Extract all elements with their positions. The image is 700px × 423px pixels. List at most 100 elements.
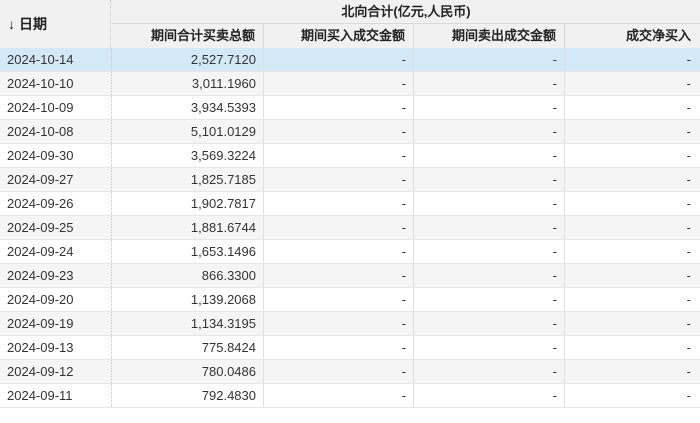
sell-amount-cell: - xyxy=(414,168,565,191)
table-body: 2024-10-14 2,527.7120- - -2024-10-10 3,011.1… xyxy=(0,48,700,408)
total-amount-cell: 1,825.7185 xyxy=(112,168,264,191)
date-cell: 2024-10-08 xyxy=(0,120,112,143)
total-amount-cell: 1,139.2068 xyxy=(112,288,264,311)
buy-amount-cell: - xyxy=(264,192,414,215)
table-row[interactable]: 2024-09-25 1,881.6744- - - xyxy=(0,216,700,240)
total-amount-cell: 1,902.7817 xyxy=(112,192,264,215)
buy-amount-header[interactable]: 期间买入成交金额 xyxy=(264,24,414,48)
total-amount-cell: 3,569.3224 xyxy=(112,144,264,167)
buy-amount-cell: - xyxy=(264,384,414,407)
sell-amount-cell: - xyxy=(414,240,565,263)
net-buy-cell: - xyxy=(686,364,691,379)
date-cell: 2024-09-23 xyxy=(0,264,112,287)
sell-amount-cell: - xyxy=(414,144,565,167)
sell-amount-cell: - xyxy=(414,312,565,335)
date-cell: 2024-09-20 xyxy=(0,288,112,311)
net-buy-cell: - xyxy=(686,388,691,403)
buy-amount-cell: - xyxy=(264,96,414,119)
sell-amount-cell: - xyxy=(414,288,565,311)
sort-descending-icon: ↓ xyxy=(8,16,15,32)
buy-amount-cell: - xyxy=(264,240,414,263)
date-cell: 2024-09-25 xyxy=(0,216,112,239)
sell-amount-cell: - xyxy=(414,72,565,95)
table-row[interactable]: 2024-09-11 792.4830- - - xyxy=(0,384,700,408)
net-buy-cell: - xyxy=(686,340,691,355)
table-row[interactable]: 2024-09-26 1,902.7817- - - xyxy=(0,192,700,216)
date-cell: 2024-10-14 xyxy=(0,48,112,71)
table-row[interactable]: 2024-09-12 780.0486- - - xyxy=(0,360,700,384)
table-row[interactable]: 2024-10-08 5,101.0129- - - xyxy=(0,120,700,144)
date-cell: 2024-09-13 xyxy=(0,336,112,359)
net-buy-cell: - xyxy=(686,124,691,139)
buy-amount-cell: - xyxy=(264,120,414,143)
total-amount-cell: 1,134.3195 xyxy=(112,312,264,335)
date-cell: 2024-09-12 xyxy=(0,360,112,383)
date-cell: 2024-09-24 xyxy=(0,240,112,263)
net-buy-cell: - xyxy=(686,268,691,283)
sell-amount-cell: - xyxy=(414,336,565,359)
table-row[interactable]: 2024-09-20 1,139.2068- - - xyxy=(0,288,700,312)
date-cell: 2024-09-26 xyxy=(0,192,112,215)
buy-amount-cell: - xyxy=(264,144,414,167)
date-cell: 2024-10-10 xyxy=(0,72,112,95)
table-row[interactable]: 2024-09-13 775.8424- - - xyxy=(0,336,700,360)
total-amount-cell: 3,011.1960 xyxy=(112,72,264,95)
total-amount-cell: 792.4830 xyxy=(112,384,264,407)
buy-amount-cell: - xyxy=(264,336,414,359)
buy-amount-cell: - xyxy=(264,264,414,287)
net-buy-cell: - xyxy=(686,148,691,163)
buy-amount-cell: - xyxy=(264,288,414,311)
date-cell: 2024-09-30 xyxy=(0,144,112,167)
date-column-header[interactable]: ↓ 日期 xyxy=(0,0,111,48)
buy-amount-cell: - xyxy=(264,168,414,191)
table-row[interactable]: 2024-10-10 3,011.1960- - - xyxy=(0,72,700,96)
northbound-data-grid: ↓ 日期 北向合计(亿元,人民币) 期间合计买卖总额 期间买入成交金额 期间卖出… xyxy=(0,0,700,423)
buy-amount-cell: - xyxy=(264,216,414,239)
table-row[interactable]: 2024-09-30 3,569.3224- - - xyxy=(0,144,700,168)
buy-amount-cell: - xyxy=(264,312,414,335)
total-amount-cell: 775.8424 xyxy=(112,336,264,359)
sell-amount-header[interactable]: 期间卖出成交金额 xyxy=(414,24,565,48)
net-buy-header[interactable]: 成交净买入 xyxy=(565,24,700,48)
net-buy-cell: - xyxy=(686,196,691,211)
net-buy-cell: - xyxy=(686,172,691,187)
table-header: ↓ 日期 北向合计(亿元,人民币) 期间合计买卖总额 期间买入成交金额 期间卖出… xyxy=(0,0,700,48)
sell-amount-cell: - xyxy=(414,384,565,407)
sell-amount-cell: - xyxy=(414,96,565,119)
total-amount-cell: 780.0486 xyxy=(112,360,264,383)
buy-amount-cell: - xyxy=(264,48,414,71)
table-row[interactable]: 2024-10-09 3,934.5393- - - xyxy=(0,96,700,120)
buy-amount-cell: - xyxy=(264,360,414,383)
total-amount-cell: 1,653.1496 xyxy=(112,240,264,263)
northbound-group-header: 北向合计(亿元,人民币) xyxy=(112,0,700,24)
net-buy-cell: - xyxy=(686,220,691,235)
table-row[interactable]: 2024-09-19 1,134.3195- - - xyxy=(0,312,700,336)
total-amount-header[interactable]: 期间合计买卖总额 xyxy=(112,24,264,48)
date-cell: 2024-09-11 xyxy=(0,384,112,407)
sell-amount-cell: - xyxy=(414,360,565,383)
net-buy-cell: - xyxy=(686,316,691,331)
total-amount-cell: 3,934.5393 xyxy=(112,96,264,119)
sell-amount-cell: - xyxy=(414,216,565,239)
total-amount-cell: 1,881.6744 xyxy=(112,216,264,239)
net-buy-cell: - xyxy=(686,292,691,307)
sell-amount-cell: - xyxy=(414,192,565,215)
table-row[interactable]: 2024-10-14 2,527.7120- - - xyxy=(0,48,700,72)
table-row[interactable]: 2024-09-24 1,653.1496- - - xyxy=(0,240,700,264)
table-row[interactable]: 2024-09-27 1,825.7185- - - xyxy=(0,168,700,192)
total-amount-cell: 2,527.7120 xyxy=(112,48,264,71)
net-buy-cell: - xyxy=(686,76,691,91)
sell-amount-cell: - xyxy=(414,48,565,71)
date-cell: 2024-09-19 xyxy=(0,312,112,335)
sell-amount-cell: - xyxy=(414,264,565,287)
net-buy-cell: - xyxy=(686,52,691,67)
date-header-label: 日期 xyxy=(19,16,47,32)
buy-amount-cell: - xyxy=(264,72,414,95)
net-buy-cell: - xyxy=(686,100,691,115)
table-row[interactable]: 2024-09-23 866.3300- - - xyxy=(0,264,700,288)
date-cell: 2024-10-09 xyxy=(0,96,112,119)
net-buy-cell: - xyxy=(686,244,691,259)
total-amount-cell: 5,101.0129 xyxy=(112,120,264,143)
sell-amount-cell: - xyxy=(414,120,565,143)
total-amount-cell: 866.3300 xyxy=(112,264,264,287)
